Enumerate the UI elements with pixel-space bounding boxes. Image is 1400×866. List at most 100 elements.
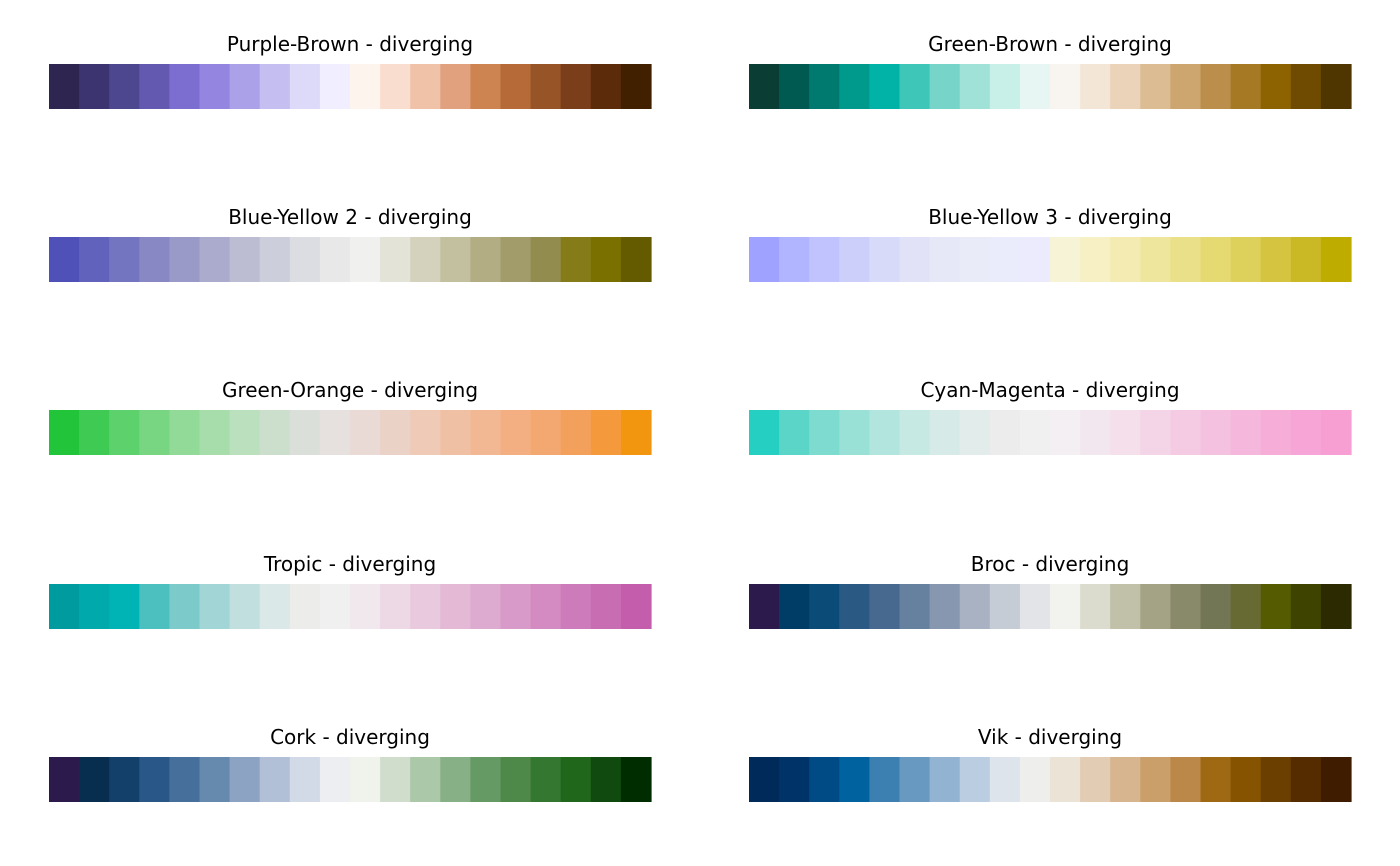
color-swatch	[229, 584, 261, 629]
color-swatch	[1080, 757, 1111, 802]
palette-10: Vik - diverging	[749, 725, 1352, 802]
color-swatch	[199, 410, 231, 455]
color-swatch	[1080, 237, 1111, 282]
palette-8: Broc - diverging	[749, 552, 1352, 629]
color-swatch	[560, 64, 592, 109]
color-swatch	[410, 584, 441, 629]
color-swatch	[1110, 64, 1141, 109]
color-swatch	[319, 237, 351, 282]
color-swatch	[470, 237, 502, 282]
color-swatch	[1320, 64, 1352, 109]
color-swatch	[410, 757, 441, 802]
palette-title: Cork - diverging	[270, 725, 430, 749]
color-swatch	[839, 64, 870, 109]
color-swatch	[1170, 410, 1202, 455]
color-swatch	[109, 757, 140, 802]
color-swatch	[620, 757, 652, 802]
color-swatch	[470, 757, 502, 802]
palette-title: Blue-Yellow 2 - diverging	[228, 205, 472, 229]
color-swatch	[289, 757, 321, 802]
color-swatch	[1230, 237, 1262, 282]
color-swatch	[1200, 584, 1232, 629]
color-swatch	[49, 757, 80, 802]
palette-3: Blue-Yellow 2 - diverging	[49, 205, 652, 282]
color-swatch	[79, 64, 110, 109]
color-swatch	[590, 64, 622, 109]
color-swatch	[440, 757, 471, 802]
color-swatch	[809, 584, 840, 629]
palette-6: Cyan-Magenta - diverging	[749, 378, 1352, 455]
color-swatch	[1260, 237, 1292, 282]
color-swatch	[1230, 64, 1262, 109]
color-swatch	[49, 237, 80, 282]
color-swatch	[109, 410, 140, 455]
palette-chart: Purple-Brown - diverging Green-Brown - di…	[49, 32, 1352, 802]
color-swatch	[500, 410, 532, 455]
color-swatch	[899, 237, 931, 282]
color-swatch	[989, 757, 1021, 802]
color-swatch	[1260, 584, 1292, 629]
color-swatch	[1320, 237, 1352, 282]
color-swatch	[49, 584, 80, 629]
color-swatch	[779, 584, 810, 629]
color-swatch	[49, 64, 80, 109]
color-swatch	[1290, 584, 1322, 629]
color-swatch	[350, 410, 381, 455]
color-swatch	[1170, 237, 1202, 282]
color-swatch	[380, 757, 411, 802]
color-swatch	[259, 237, 291, 282]
color-swatch	[1320, 757, 1352, 802]
color-swatch	[620, 64, 652, 109]
color-swatch	[809, 757, 840, 802]
color-swatch	[989, 410, 1021, 455]
color-swatch	[350, 584, 381, 629]
color-swatch	[899, 64, 931, 109]
palette-4: Blue-Yellow 3 - diverging	[749, 205, 1352, 282]
color-swatch	[199, 757, 231, 802]
color-swatch	[1110, 757, 1141, 802]
color-swatch	[530, 237, 562, 282]
color-swatch	[899, 410, 931, 455]
color-swatch	[530, 410, 562, 455]
color-swatch	[289, 237, 321, 282]
palette-1: Purple-Brown - diverging	[49, 32, 652, 109]
color-swatch	[560, 237, 592, 282]
color-swatch	[620, 410, 652, 455]
color-swatch	[1290, 410, 1322, 455]
color-swatch	[229, 64, 261, 109]
color-swatch	[1050, 757, 1081, 802]
color-swatch	[560, 757, 592, 802]
palette-title: Broc - diverging	[971, 552, 1130, 576]
color-swatch	[259, 64, 291, 109]
palette-title: Green-Orange - diverging	[222, 378, 478, 402]
color-swatch	[500, 237, 532, 282]
color-swatch	[1019, 64, 1051, 109]
color-swatch	[869, 584, 901, 629]
color-swatch	[229, 757, 261, 802]
palette-2: Green-Brown - diverging	[749, 32, 1352, 109]
color-swatch	[809, 410, 840, 455]
color-swatch	[590, 584, 622, 629]
color-swatch	[839, 410, 870, 455]
color-swatch	[1050, 584, 1081, 629]
color-swatch	[1260, 757, 1292, 802]
color-swatch	[79, 237, 110, 282]
color-swatch	[530, 757, 562, 802]
color-swatch	[749, 410, 780, 455]
color-swatch	[1019, 584, 1051, 629]
color-swatch	[560, 584, 592, 629]
palette-title: Green-Brown - diverging	[928, 32, 1172, 56]
color-swatch	[1140, 64, 1171, 109]
color-swatch	[350, 237, 381, 282]
color-swatch	[229, 410, 261, 455]
color-swatch	[1320, 410, 1352, 455]
color-swatch	[1140, 237, 1171, 282]
color-swatch	[289, 64, 321, 109]
color-swatch	[929, 237, 961, 282]
color-swatch	[1110, 410, 1141, 455]
color-swatch	[380, 410, 411, 455]
color-swatch	[199, 584, 231, 629]
color-swatch	[929, 410, 961, 455]
color-swatch	[620, 237, 652, 282]
color-swatch	[1019, 410, 1051, 455]
